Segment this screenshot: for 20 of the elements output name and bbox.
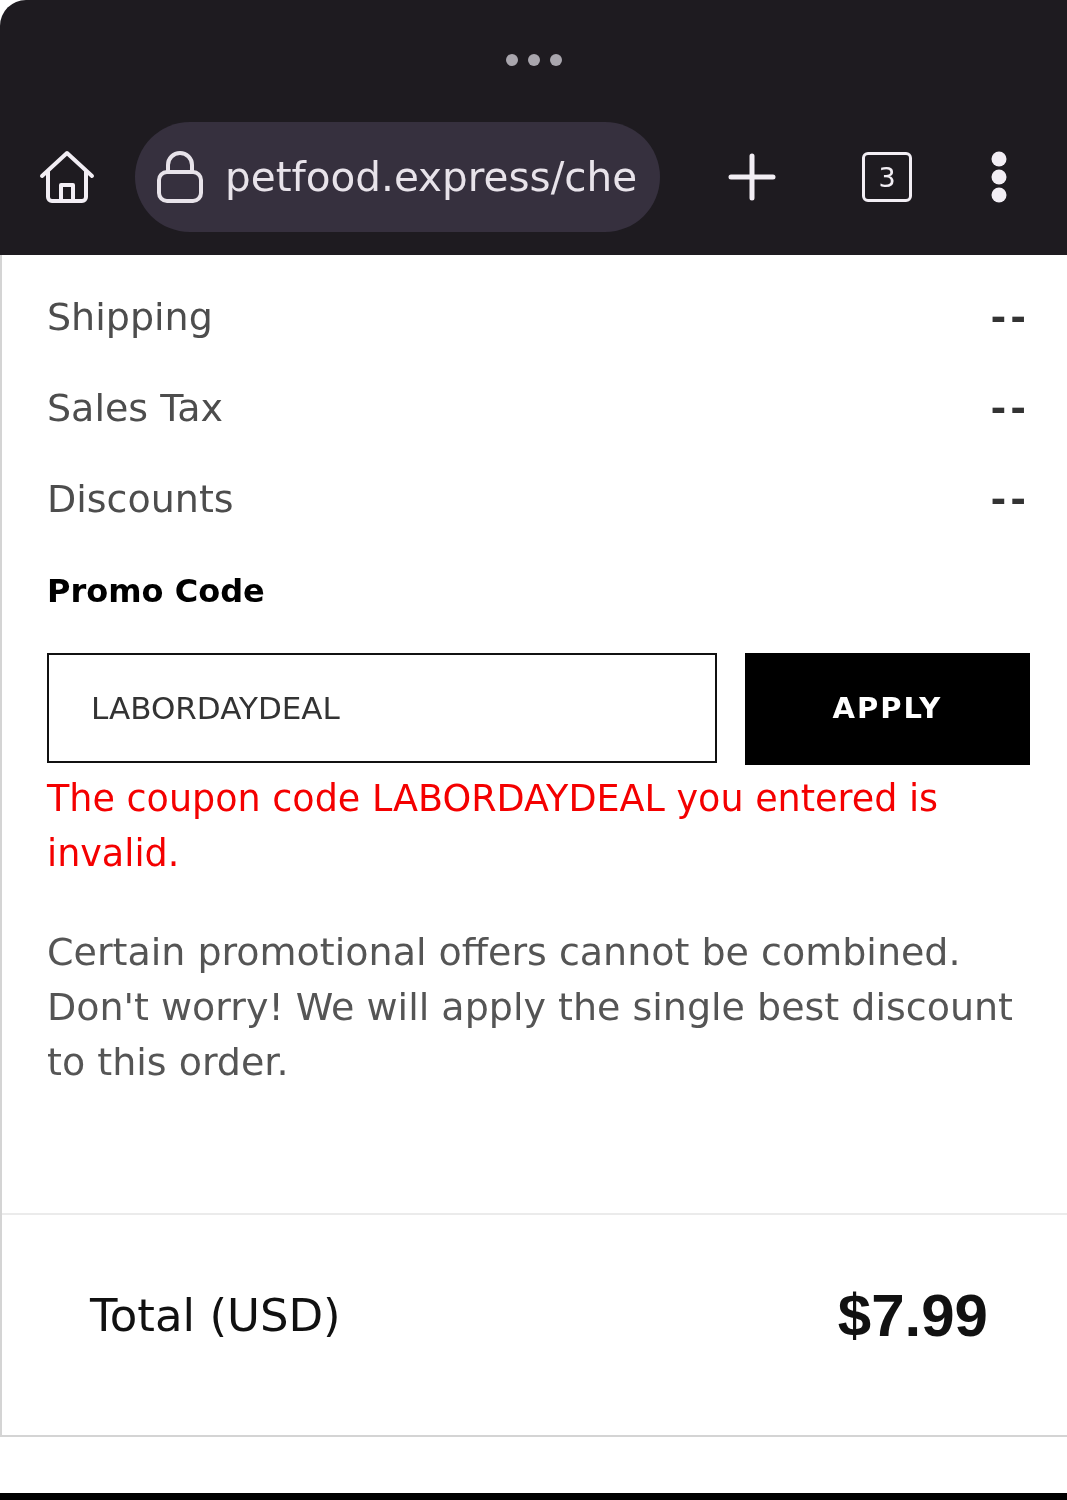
dots-handle-icon	[505, 54, 562, 66]
lock-icon	[157, 151, 203, 203]
summary-value: --	[990, 476, 1030, 523]
tab-switcher-button[interactable]: 3	[862, 152, 912, 202]
summary-label: Sales Tax	[47, 385, 223, 432]
total-label: Total (USD)	[90, 1287, 341, 1344]
summary-value: --	[990, 294, 1030, 341]
error-message: The coupon code LABORDAYDEAL you entered is invalid.	[47, 776, 940, 877]
promo-code-field[interactable]: LABORDAYDEAL	[47, 653, 717, 763]
address-bar[interactable]: petfood.express/che	[135, 122, 660, 232]
home-icon[interactable]	[38, 150, 96, 204]
apply-button[interactable]: APPLY	[744, 653, 1030, 765]
summary-label: Discounts	[47, 476, 234, 523]
kebab-menu-icon[interactable]	[990, 151, 1008, 203]
promo-code-label: Promo Code	[47, 571, 266, 612]
summary-value: --	[990, 385, 1030, 432]
total-amount: $7.99	[837, 1280, 988, 1351]
summary-label: Shipping	[47, 294, 213, 341]
plus-icon[interactable]	[728, 153, 776, 201]
promo-note: Certain promotional offers cannot be combined. Don't worry! We will apply the single best discount to this order.	[47, 929, 1014, 1086]
